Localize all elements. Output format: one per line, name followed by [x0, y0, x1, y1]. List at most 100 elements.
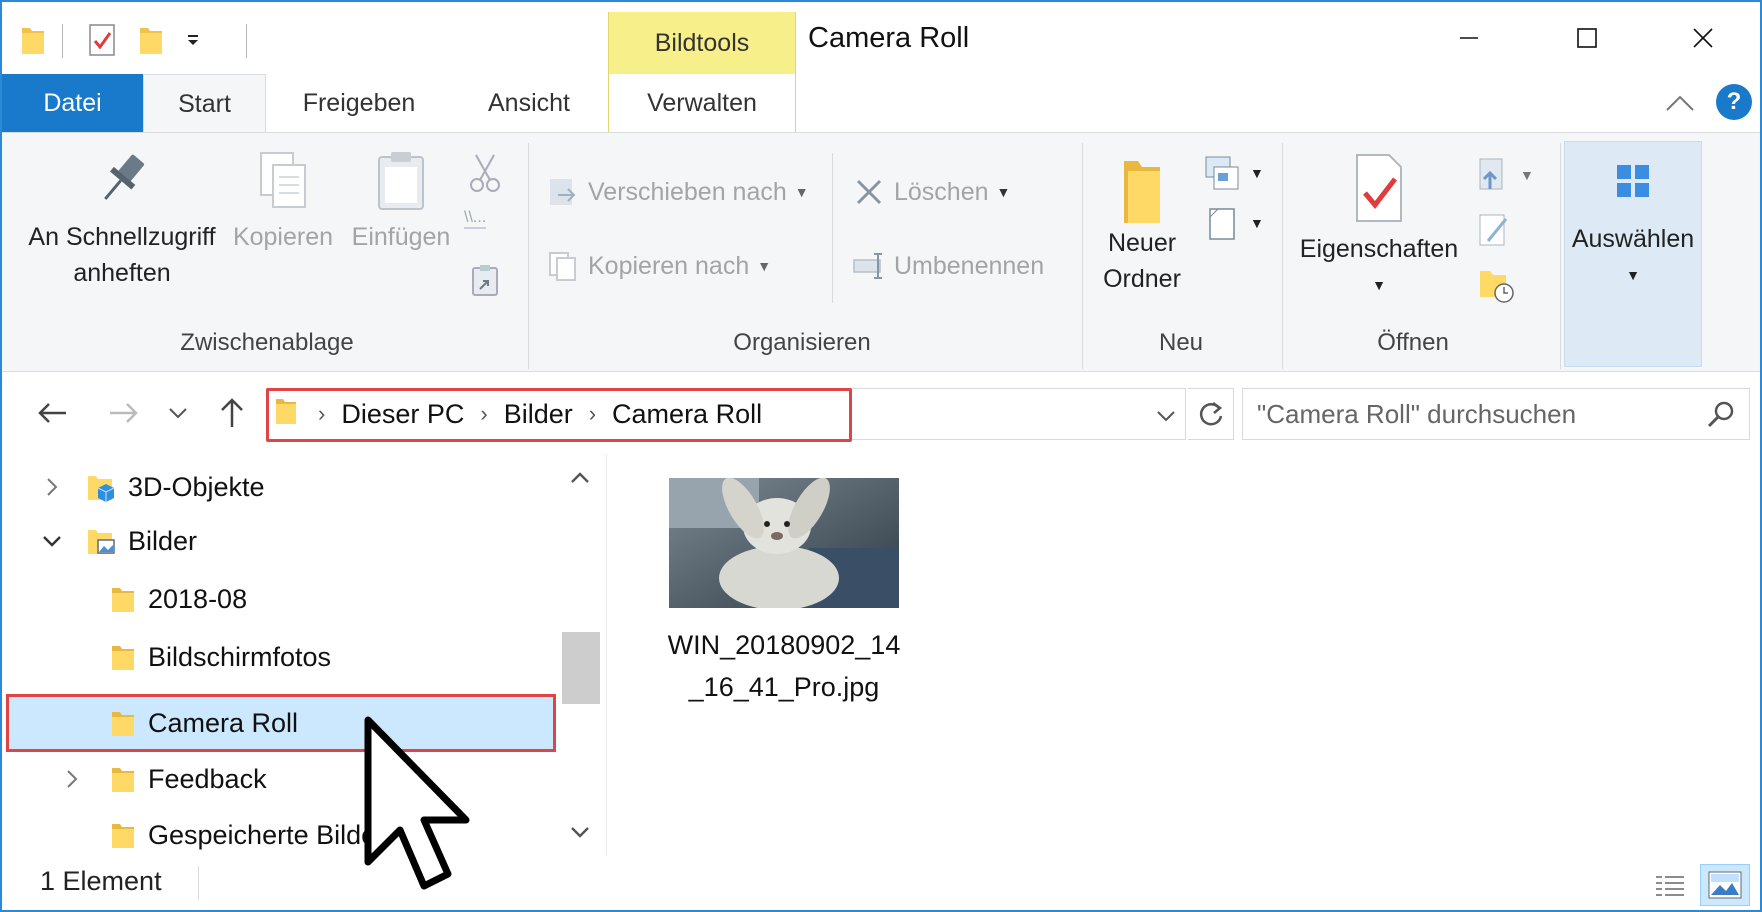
pictures-folder-icon: [86, 524, 116, 558]
vertical-scrollbar[interactable]: [560, 454, 600, 854]
window-title: Camera Roll: [808, 22, 970, 54]
forward-button[interactable]: [100, 392, 148, 434]
rename-button[interactable]: Umbenennen: [852, 249, 1044, 283]
new-group-label: Neu: [1158, 329, 1204, 356]
mouse-pointer-icon: [364, 716, 470, 890]
paste-button[interactable]: Einfügen: [346, 149, 456, 255]
3d-objects-folder-icon: [86, 470, 116, 504]
copy-label: Kopieren: [232, 223, 334, 251]
select-icon: [1617, 165, 1649, 197]
pin-label: An Schnellzugriff anheften: [28, 223, 216, 287]
collapse-ribbon-button[interactable]: [1658, 84, 1702, 122]
minimize-button[interactable]: [1414, 10, 1524, 66]
copy-path-icon[interactable]: \\...: [464, 209, 487, 229]
status-separator: [198, 866, 199, 900]
delete-button[interactable]: Löschen ▼: [852, 175, 1010, 209]
easy-access-icon: [1209, 208, 1235, 240]
help-button[interactable]: ?: [1716, 84, 1752, 120]
copy-to-button[interactable]: Kopieren nach ▼: [546, 249, 771, 283]
pane-divider[interactable]: [606, 454, 607, 856]
group-separator: [1560, 143, 1561, 369]
ribbon: An Schnellzugriff anheften Kopieren Einf…: [2, 132, 1760, 372]
tree-item-feedback[interactable]: Feedback: [2, 750, 558, 808]
tab-share[interactable]: Freigeben: [280, 74, 438, 132]
back-button[interactable]: [28, 392, 76, 434]
chevron-down-icon: ▼: [1250, 165, 1264, 181]
close-icon: [1693, 28, 1713, 48]
item-count: 1 Element: [40, 866, 162, 896]
help-icon: ?: [1726, 88, 1742, 115]
open-button[interactable]: ▼: [1476, 155, 1534, 195]
new-folder-button[interactable]: Neuer Ordner: [1092, 155, 1192, 297]
chevron-down-icon[interactable]: [38, 527, 66, 555]
move-to-button[interactable]: Verschieben nach ▼: [546, 175, 809, 209]
navigation-bar: › Dieser PC › Bilder › Camera Roll: [2, 372, 1760, 454]
refresh-button[interactable]: [1188, 388, 1234, 440]
tab-view[interactable]: Ansicht: [462, 74, 596, 132]
tree-item-label: 3D-Objekte: [128, 471, 265, 502]
scroll-down-button[interactable]: [560, 814, 600, 850]
edit-icon[interactable]: [1476, 211, 1512, 256]
maximize-button[interactable]: [1532, 10, 1642, 66]
tab-start[interactable]: Start: [143, 74, 266, 134]
image-thumbnail: [669, 478, 899, 608]
new-item-button[interactable]: ▼: [1202, 153, 1264, 193]
address-dropdown-button[interactable]: [1150, 396, 1182, 436]
customize-dropdown-icon[interactable]: [176, 20, 210, 60]
clipboard-icon: [378, 152, 424, 210]
ribbon-tabs: Datei Start Freigeben Ansicht Verwalten …: [2, 74, 1760, 134]
copy-to-icon: [546, 249, 580, 283]
explorer-window: Bildtools Camera Roll Datei Start Freige…: [0, 0, 1762, 912]
annotation-highlight-box: [266, 388, 852, 442]
arrow-up-icon: [221, 398, 243, 427]
properties-button[interactable]: Eigenschaften ▼: [1292, 153, 1466, 303]
scrollbar-thumb[interactable]: [562, 632, 600, 704]
group-separator: [1282, 143, 1283, 369]
copy-button[interactable]: Kopieren: [228, 149, 338, 255]
chevron-down-icon: ▼: [1626, 267, 1640, 283]
tree-item-saved-pictures[interactable]: Gespeicherte Bilder: [2, 806, 558, 856]
chevron-down-icon: ▼: [1520, 167, 1534, 183]
rename-label: Umbenennen: [894, 251, 1045, 280]
search-icon[interactable]: [1705, 399, 1737, 431]
scroll-up-button[interactable]: [560, 460, 600, 496]
properties-label: Eigenschaften: [1299, 235, 1459, 263]
copy-icon: [260, 152, 306, 208]
folder-icon: [108, 818, 138, 852]
navigation-pane: 3D-Objekte Bilder 2018-08 Bildschirmfoto…: [2, 454, 562, 856]
clipboard-group-label: Zwischenablage: [180, 329, 354, 356]
tree-item-3d-objects[interactable]: 3D-Objekte: [2, 458, 558, 516]
search-input[interactable]: [1257, 389, 1697, 439]
up-button[interactable]: [210, 392, 254, 434]
history-icon[interactable]: [1476, 265, 1516, 310]
recent-locations-button[interactable]: [160, 392, 196, 434]
large-icons-view-button[interactable]: [1700, 864, 1750, 906]
details-view-button[interactable]: [1650, 868, 1690, 904]
paste-shortcut-icon[interactable]: [470, 263, 500, 302]
folder-icon: [108, 762, 138, 796]
title-bar: Bildtools Camera Roll: [2, 2, 1760, 74]
rename-icon: [852, 249, 886, 283]
search-box[interactable]: [1242, 388, 1750, 440]
tree-item-2018-08[interactable]: 2018-08: [2, 570, 558, 628]
chevron-right-icon[interactable]: [38, 473, 66, 501]
tab-manage[interactable]: Verwalten: [608, 74, 796, 132]
tab-file[interactable]: Datei: [2, 74, 143, 132]
chevron-down-icon: ▼: [1250, 215, 1264, 231]
chevron-down-icon: [169, 408, 187, 419]
pin-quick-access-button[interactable]: An Schnellzugriff anheften: [22, 149, 222, 291]
close-button[interactable]: [1648, 10, 1758, 66]
select-button[interactable]: Auswählen ▼: [1564, 151, 1702, 293]
tree-item-screenshots[interactable]: Bildschirmfotos: [2, 628, 558, 686]
folder-icon: [1124, 161, 1160, 223]
easy-access-button[interactable]: ▼: [1202, 203, 1264, 243]
tree-item-pictures[interactable]: Bilder: [2, 512, 558, 570]
cut-icon[interactable]: [468, 153, 502, 198]
maximize-icon: [1577, 28, 1597, 48]
group-separator: [1082, 143, 1083, 369]
folder-icon[interactable]: [16, 20, 50, 60]
properties-check-icon[interactable]: [84, 20, 120, 60]
chevron-right-icon[interactable]: [58, 765, 86, 793]
new-folder-icon[interactable]: [134, 20, 168, 60]
file-item[interactable]: WIN_20180902_14_16_41_Pro.jpg: [660, 478, 908, 708]
